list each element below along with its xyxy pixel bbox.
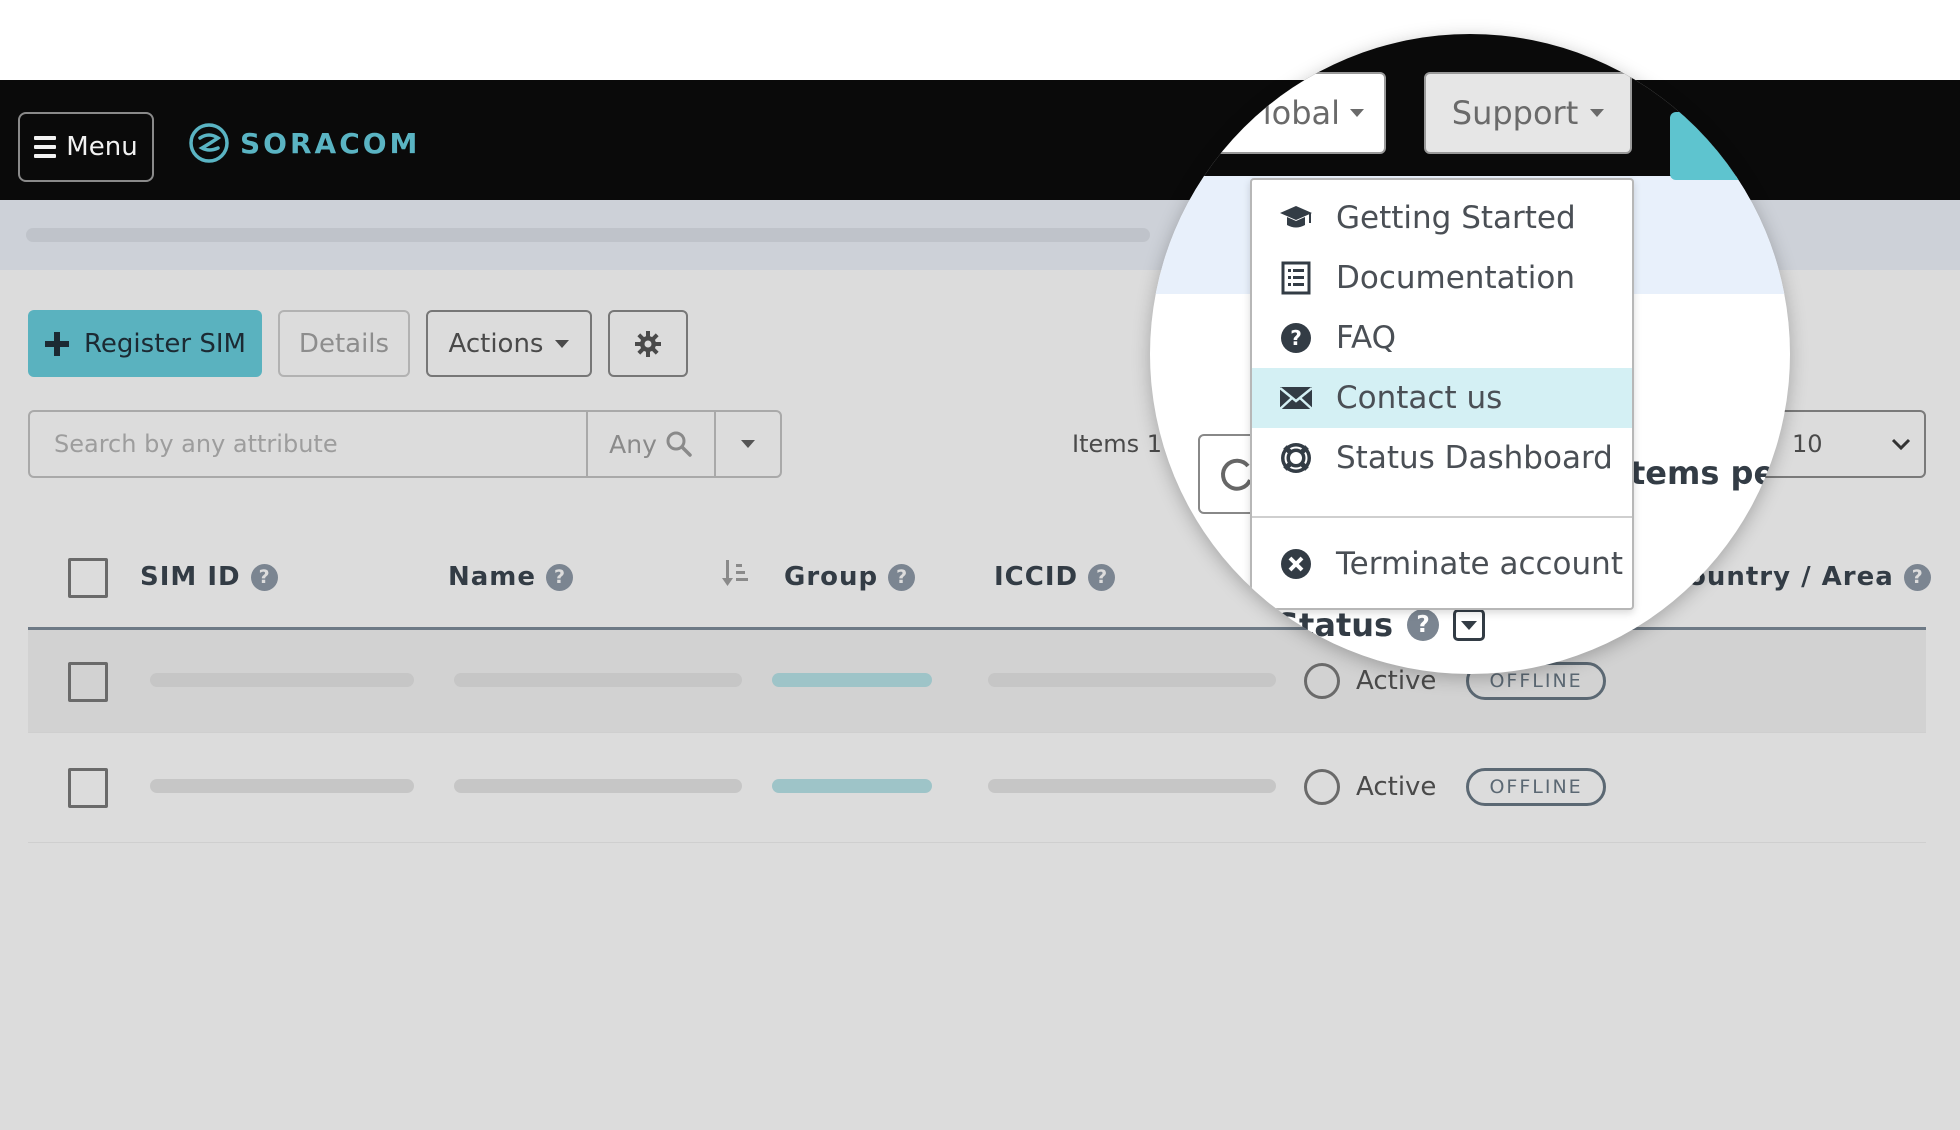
row-checkbox[interactable]	[68, 662, 108, 702]
column-header-iccid[interactable]: ICCID ?	[994, 562, 1116, 592]
items-per-page-label: tems per	[1630, 454, 1790, 492]
region-label: lobal	[1262, 94, 1340, 132]
search-scope-button[interactable]: Any	[586, 410, 716, 478]
sim-id-label: SIM ID	[140, 562, 241, 592]
chevron-down-icon	[1890, 430, 1912, 458]
gear-icon	[635, 330, 661, 357]
group-placeholder[interactable]	[772, 779, 932, 793]
brand-name: SORACOM	[240, 126, 421, 160]
menu-item-terminate-account[interactable]: Terminate account	[1252, 534, 1632, 594]
region-dropdown-button[interactable]: lobal	[1212, 72, 1386, 154]
row-divider	[28, 732, 1926, 733]
iccid-placeholder	[988, 779, 1276, 793]
name-placeholder	[454, 779, 742, 793]
svg-text:?: ?	[1290, 326, 1302, 350]
sim-id-placeholder	[150, 673, 414, 687]
search-input[interactable]: Search by any attribute	[28, 410, 588, 478]
support-dropdown-button[interactable]: Support	[1424, 72, 1632, 154]
menu-item-label: Documentation	[1336, 260, 1575, 296]
actions-label: Actions	[448, 328, 544, 359]
register-sim-label: Register SIM	[84, 328, 246, 359]
graduation-cap-icon	[1278, 200, 1314, 236]
account-placeholder	[1718, 140, 1790, 154]
times-circle-icon	[1278, 546, 1314, 582]
status-cell: Active OFFLINE	[1304, 768, 1606, 806]
details-button[interactable]: Details	[278, 310, 410, 377]
caret-down-icon	[555, 339, 570, 348]
list-icon	[1278, 260, 1314, 296]
actions-button[interactable]: Actions	[426, 310, 592, 377]
column-header-sim-id[interactable]: SIM ID ?	[140, 562, 278, 592]
menu-item-label: FAQ	[1336, 320, 1397, 356]
question-circle-icon[interactable]: ?	[546, 563, 574, 591]
menu-item-label: Getting Started	[1336, 200, 1576, 236]
filter-dropdown-icon[interactable]	[1453, 609, 1486, 641]
items-per-page-value: 10	[1792, 430, 1823, 458]
column-header-name[interactable]: Name ?	[448, 562, 574, 592]
question-circle-icon[interactable]: ?	[1407, 609, 1440, 641]
search-icon	[666, 431, 692, 457]
menu-item-label: Status Dashboard	[1336, 440, 1613, 476]
details-label: Details	[298, 328, 390, 359]
select-all-checkbox[interactable]	[68, 558, 108, 598]
menu-item-faq[interactable]: ? FAQ	[1252, 308, 1632, 368]
register-sim-button[interactable]: Register SIM	[28, 310, 262, 377]
iccid-label: ICCID	[994, 562, 1079, 592]
group-placeholder[interactable]	[772, 673, 932, 687]
status-radio[interactable]	[1304, 769, 1340, 805]
support-menu: Getting Started Documentation ? FAQ Cont…	[1250, 178, 1634, 610]
hamburger-icon	[34, 136, 57, 158]
question-circle-icon[interactable]: ?	[1088, 563, 1116, 591]
column-header-group[interactable]: Group ?	[784, 562, 916, 592]
caret-down-icon	[1590, 109, 1605, 117]
menu-divider	[1252, 516, 1632, 518]
breadcrumb-placeholder	[26, 228, 1150, 242]
status-text: Active	[1356, 772, 1437, 802]
menu-item-label: Contact us	[1336, 380, 1503, 416]
question-circle-icon[interactable]: ?	[250, 563, 278, 591]
search-scope-label: Any	[609, 429, 657, 459]
support-label: Support	[1451, 94, 1579, 132]
status-radio[interactable]	[1304, 663, 1340, 699]
search-options-dropdown[interactable]	[714, 410, 782, 478]
settings-button[interactable]	[608, 310, 688, 377]
sort-icon[interactable]	[722, 558, 750, 588]
brand-logo[interactable]: SORACOM	[188, 122, 420, 164]
menu-item-getting-started[interactable]: Getting Started	[1252, 188, 1632, 248]
question-circle-icon[interactable]: ?	[888, 563, 916, 591]
life-ring-icon	[1278, 440, 1314, 476]
menu-item-documentation[interactable]: Documentation	[1252, 248, 1632, 308]
menu-button[interactable]: Menu	[18, 112, 154, 182]
offline-badge: OFFLINE	[1466, 768, 1606, 806]
search-placeholder: Search by any attribute	[54, 430, 338, 458]
items-count: Items 1	[1072, 430, 1163, 458]
refresh-button[interactable]	[1198, 434, 1258, 514]
menu-label: Menu	[66, 132, 138, 162]
sim-id-placeholder	[150, 779, 414, 793]
column-header-country[interactable]: ountry / Area ?	[1688, 562, 1931, 592]
menu-item-label: Terminate account	[1336, 546, 1623, 582]
caret-down-icon	[741, 440, 755, 448]
row-checkbox[interactable]	[68, 768, 108, 808]
menu-item-status-dashboard[interactable]: Status Dashboard	[1252, 428, 1632, 488]
question-circle-icon[interactable]: ?	[1903, 563, 1931, 591]
status-column-label: Status	[1276, 606, 1394, 644]
name-placeholder	[454, 673, 742, 687]
name-label: Name	[448, 562, 537, 592]
menu-item-contact-us[interactable]: Contact us	[1252, 368, 1632, 428]
envelope-icon	[1278, 380, 1314, 416]
soracom-logo-icon	[189, 123, 229, 163]
row-divider	[28, 842, 1926, 843]
iccid-placeholder	[988, 673, 1276, 687]
plus-icon	[45, 331, 70, 356]
country-label: ountry / Area	[1688, 562, 1894, 592]
question-circle-icon: ?	[1278, 320, 1314, 356]
magnifier-callout: lobal Support tems per Status ? Getting …	[1150, 34, 1790, 674]
caret-down-icon	[1350, 109, 1364, 117]
sort-amount-icon	[722, 560, 748, 586]
column-header-status[interactable]: Status ?	[1276, 606, 1486, 644]
group-label: Group	[784, 562, 879, 592]
